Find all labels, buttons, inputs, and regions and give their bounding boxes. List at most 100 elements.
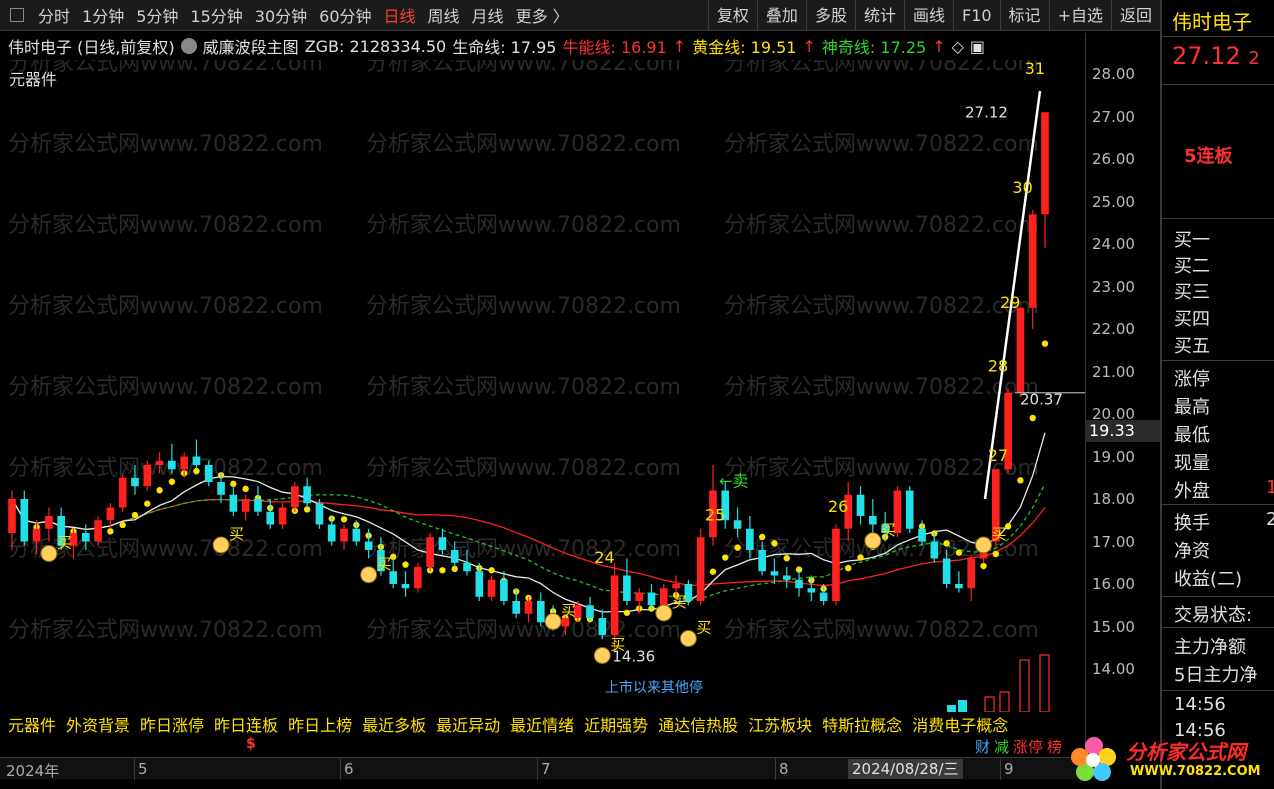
concept-tag[interactable]: 昨日涨停 xyxy=(140,712,204,736)
concept-tag[interactable]: 消费电子概念 xyxy=(912,712,1008,736)
badge-limit-up[interactable]: 涨停 xyxy=(1011,736,1045,757)
expand-icon[interactable]: ▣ xyxy=(970,37,985,56)
fuquan-button[interactable]: 复权 xyxy=(707,0,757,31)
high-price-label: 27.12 xyxy=(965,103,1008,121)
money-bag-icon xyxy=(544,613,562,630)
logo-url: WWW.70822.COM xyxy=(1130,764,1261,779)
trade-status-label: 交易状态: xyxy=(1174,605,1253,626)
stat-value-outer: 1 xyxy=(1266,477,1274,498)
tab-period-60min[interactable]: 60分钟 xyxy=(319,3,371,27)
indicator-huangjin: 黄金线: 19.51 xyxy=(692,38,797,57)
indicator-header: 伟时电子 (日线,前复权) 威廉波段主图 ZGB: 2128334.50 生命线… xyxy=(0,33,1085,59)
concept-tag[interactable]: 昨日上榜 xyxy=(288,712,352,736)
money-bag-icon xyxy=(593,647,611,664)
tab-period-more[interactable]: 更多 〉 xyxy=(516,3,569,27)
f10-button[interactable]: F10 xyxy=(952,0,1000,31)
board-count-label: 29 xyxy=(1000,293,1020,312)
band-dot xyxy=(955,549,963,556)
indicator-name[interactable]: 威廉波段主图 xyxy=(203,34,299,58)
concept-tag[interactable]: 特斯拉概念 xyxy=(822,712,902,736)
board-count-label: 24 xyxy=(594,548,614,567)
price-tick: 14.00 xyxy=(1092,660,1135,678)
candle-body xyxy=(389,571,398,584)
board-count-label: 26 xyxy=(828,497,848,516)
candle-body xyxy=(131,477,139,487)
volume-bar xyxy=(1019,659,1030,712)
money-bag-icon xyxy=(360,566,378,584)
candle-body xyxy=(967,558,976,589)
candle-body xyxy=(623,575,631,601)
candle-body xyxy=(315,503,324,525)
candle xyxy=(536,592,545,627)
price-tick: 22.00 xyxy=(1092,320,1135,338)
band-dot xyxy=(107,528,114,535)
board-count-label: 25 xyxy=(705,505,725,524)
candle-body xyxy=(610,575,619,635)
concept-tag[interactable]: 近期强势 xyxy=(584,712,648,736)
date-tick: 6 xyxy=(344,760,354,778)
tab-period-daily[interactable]: 日线 xyxy=(384,3,416,27)
candle-body xyxy=(94,520,102,542)
candle-body xyxy=(819,592,828,601)
add-watchlist-button[interactable]: +自选 xyxy=(1048,0,1111,31)
price-tick: 27.00 xyxy=(1092,107,1135,126)
tab-period-monthly[interactable]: 月线 xyxy=(472,3,504,27)
concept-tag[interactable]: 通达信热股 xyxy=(658,712,738,736)
band-dot xyxy=(488,567,495,574)
diamond-icon[interactable]: ◇ xyxy=(952,37,964,56)
band-dot xyxy=(845,564,852,572)
up-arrow-icon: ↑ xyxy=(672,36,687,56)
mark-button[interactable]: 标记 xyxy=(999,0,1049,31)
candle-body xyxy=(81,533,90,542)
concept-tag[interactable]: 昨日连板 xyxy=(214,712,278,736)
watermark-text: 分析家公式网www.70822.com xyxy=(724,618,1039,643)
candle-body xyxy=(832,528,840,601)
badge-finance[interactable]: 财 xyxy=(973,736,992,757)
money-bag-icon xyxy=(655,604,673,622)
concept-tag[interactable]: 最近异动 xyxy=(436,712,500,736)
money-bag-icon xyxy=(40,545,58,562)
tab-period-weekly[interactable]: 周线 xyxy=(428,3,460,27)
band-dot xyxy=(709,568,717,575)
back-button[interactable]: 返回 xyxy=(1110,0,1160,31)
money-bag-icon xyxy=(679,630,697,647)
badge-reduce[interactable]: 减 xyxy=(992,736,1011,757)
stats-button[interactable]: 统计 xyxy=(854,0,904,31)
eye-icon[interactable] xyxy=(180,38,197,54)
concept-tag[interactable]: 江苏板块 xyxy=(748,712,812,736)
concept-tag[interactable]: 最近多板 xyxy=(362,712,426,736)
stat-row-outer: 外盘 xyxy=(1174,481,1210,502)
concept-tag[interactable]: 元器件 xyxy=(8,712,56,736)
tab-period-15min[interactable]: 15分钟 xyxy=(190,3,242,27)
draw-line-button[interactable]: 画线 xyxy=(903,0,953,31)
price-tick: 19.00 xyxy=(1092,447,1135,466)
logo-title: 分析家公式网 xyxy=(1126,740,1246,764)
candle-body xyxy=(942,558,951,584)
candle-body xyxy=(168,460,176,470)
candle xyxy=(340,524,348,550)
candle xyxy=(192,439,201,470)
toolbar-checkbox[interactable] xyxy=(10,8,24,22)
band-dot xyxy=(156,487,163,494)
tab-period-30min[interactable]: 30分钟 xyxy=(255,3,307,27)
candle-body xyxy=(856,494,865,516)
band-dot xyxy=(722,554,729,561)
tab-period-fenshi[interactable]: 分时 xyxy=(38,3,70,27)
tab-period-1min[interactable]: 1分钟 xyxy=(82,3,124,27)
candle-body xyxy=(635,592,643,601)
price-tick: 24.00 xyxy=(1092,235,1135,253)
multi-stock-button[interactable]: 多股 xyxy=(805,0,855,31)
candle-body xyxy=(672,584,680,589)
indicator-stock-label: 伟时电子 (日线,前复权) xyxy=(8,38,175,57)
watermark-text: 分析家公式网www.70822.com xyxy=(8,294,323,319)
overlay-button[interactable]: 叠加 xyxy=(756,0,806,31)
kline-chart[interactable]: 分析家公式网www.70822.com 分析家公式网www.70822.com 分析… xyxy=(0,60,1085,712)
candle xyxy=(1016,307,1025,397)
band-dot xyxy=(144,500,151,507)
tab-period-5min[interactable]: 5分钟 xyxy=(136,3,178,27)
candle-body xyxy=(8,499,16,533)
concept-tag[interactable]: 最近情绪 xyxy=(510,712,574,736)
candle xyxy=(623,558,631,606)
concept-tag[interactable]: 外资背景 xyxy=(66,712,130,736)
badge-list[interactable]: 榜 xyxy=(1045,736,1064,757)
